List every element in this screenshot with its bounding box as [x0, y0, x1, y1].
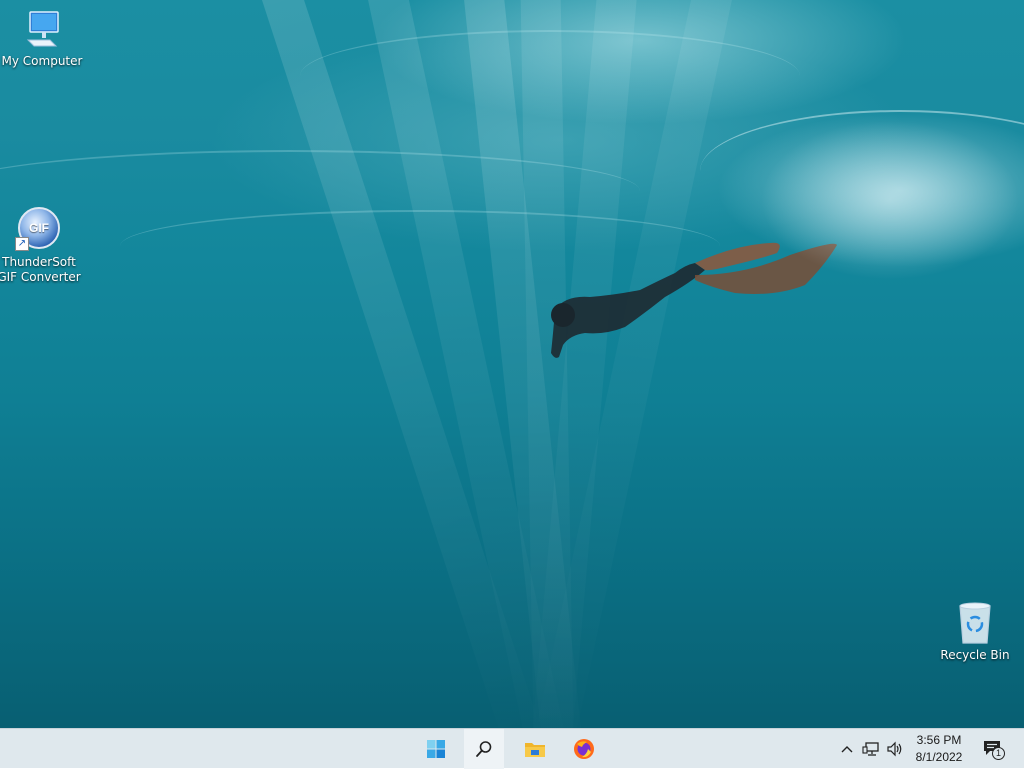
folder-icon — [525, 743, 545, 757]
desktop-icon-thundersoft-gif-converter[interactable]: GIF ↗ ThunderSoft GIF Converter — [0, 205, 81, 285]
gif-converter-icon: GIF ↗ — [15, 205, 63, 253]
desktop-icon-label: My Computer — [1, 54, 83, 68]
gif-badge-text: GIF — [29, 220, 49, 235]
volume-icon — [887, 741, 902, 757]
surface-foam — [760, 120, 1020, 280]
search-icon — [476, 741, 492, 757]
desktop-icon-label: ThunderSoft — [2, 255, 76, 269]
network-button[interactable] — [860, 729, 882, 769]
notification-icon: 1 — [982, 738, 1005, 760]
volume-button[interactable] — [884, 729, 906, 769]
network-icon — [862, 742, 879, 756]
taskbar: 3:56 PM 8/1/2022 1 — [0, 728, 1024, 769]
chevron-up-icon — [841, 746, 853, 753]
clock-button[interactable]: 3:56 PM 8/1/2022 — [906, 732, 972, 766]
computer-icon — [26, 11, 59, 47]
notification-count-badge: 1 — [992, 747, 1005, 760]
firefox-icon — [574, 739, 594, 759]
notification-center-button[interactable]: 1 — [978, 729, 1008, 769]
show-hidden-icons-button[interactable] — [836, 729, 858, 769]
clock-date: 8/1/2022 — [915, 750, 963, 764]
surface-wave — [300, 30, 800, 122]
desktop-icon-recycle-bin[interactable]: Recycle Bin — [933, 600, 1017, 663]
desktop-icon-my-computer[interactable]: My Computer — [0, 8, 84, 69]
windows-start-icon — [427, 740, 445, 758]
shortcut-arrow-icon: ↗ — [15, 237, 29, 251]
desktop-icon-label: GIF Converter — [0, 270, 81, 284]
firefox-button[interactable] — [564, 729, 604, 769]
desktop-wallpaper — [0, 0, 1024, 728]
clock-time: 3:56 PM — [916, 733, 962, 747]
start-button[interactable] — [416, 729, 456, 769]
recycle-bin-icon — [959, 602, 991, 644]
desktop-icon-label: Recycle Bin — [940, 648, 1010, 662]
search-button[interactable] — [464, 729, 504, 769]
file-explorer-button[interactable] — [515, 729, 555, 769]
